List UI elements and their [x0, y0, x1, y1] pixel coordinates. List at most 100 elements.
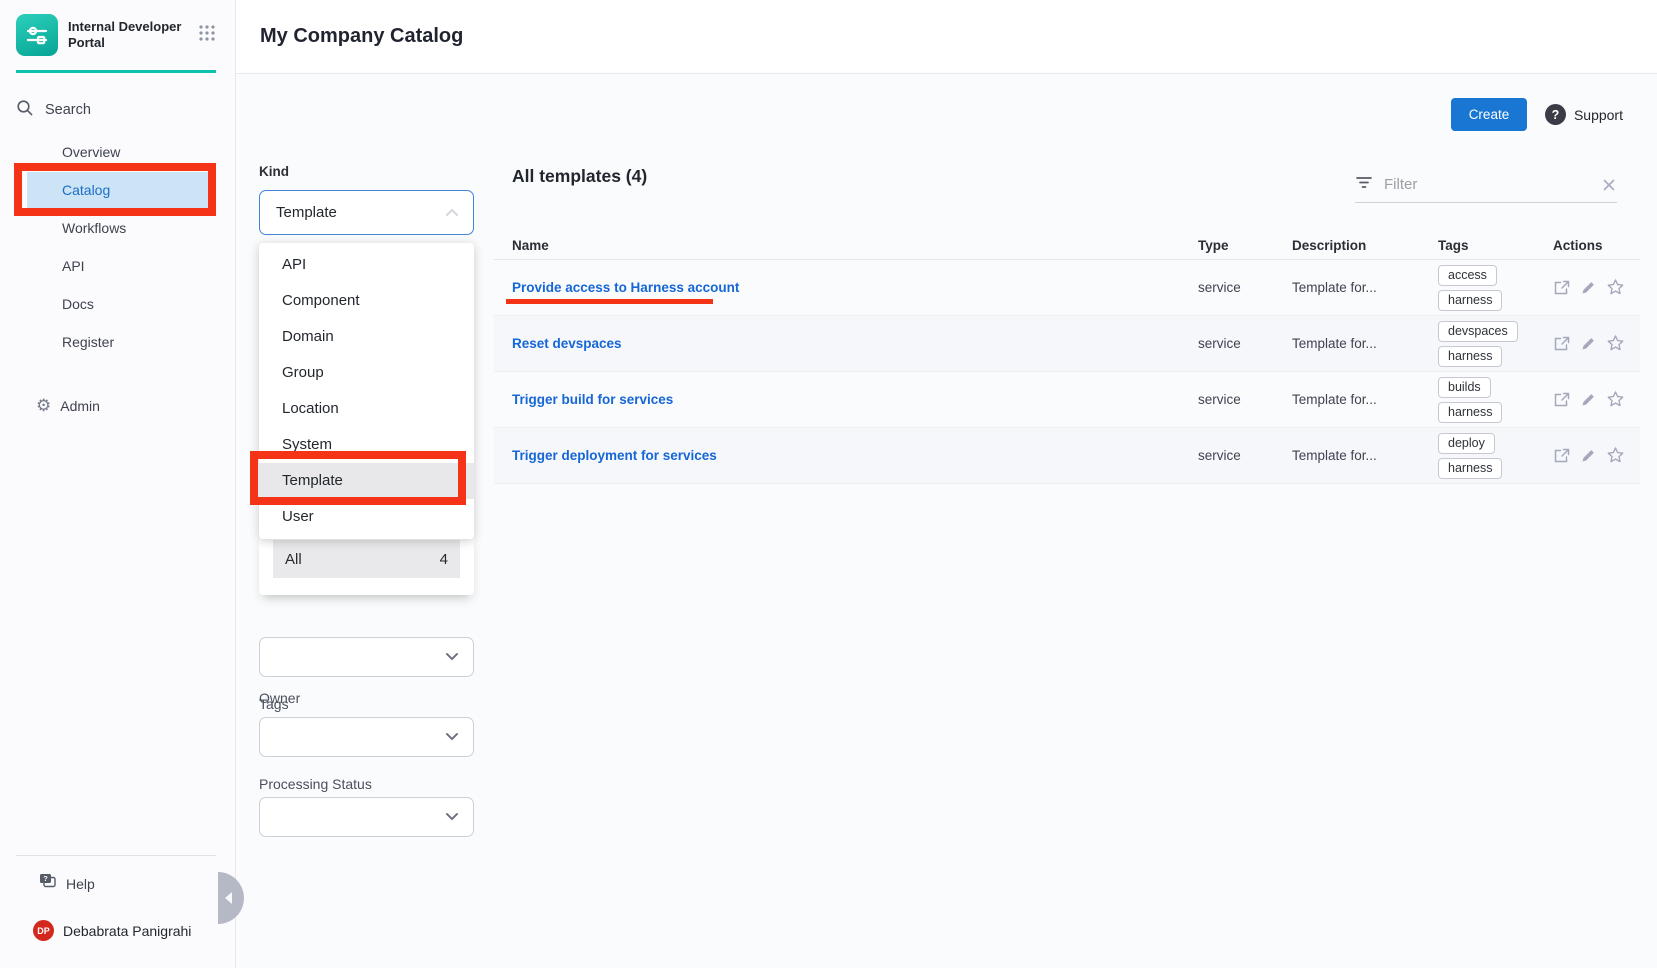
user-menu[interactable]: DP Debabrata Panigrahi — [33, 920, 191, 941]
star-icon[interactable] — [1606, 334, 1625, 353]
tag-badge: harness — [1438, 290, 1502, 311]
kind-filter-label: Kind — [259, 164, 289, 179]
chevron-down-icon — [445, 808, 459, 826]
description-cell: Template for... — [1292, 280, 1377, 295]
svg-text:?: ? — [43, 874, 48, 883]
sidebar-item-overview[interactable]: Overview — [27, 134, 216, 172]
sidebar-item-workflows[interactable]: Workflows — [27, 210, 216, 248]
table-row: Reset devspaces service Template for... … — [494, 316, 1640, 372]
star-icon[interactable] — [1606, 446, 1625, 465]
kind-option-domain[interactable]: Domain — [259, 319, 474, 355]
kind-option-group[interactable]: Group — [259, 355, 474, 391]
sidebar-item-help[interactable]: ? Help — [38, 872, 95, 895]
column-header-description: Description — [1292, 238, 1438, 253]
kind-select[interactable]: Template — [259, 190, 474, 235]
sidebar-search-label: Search — [45, 102, 91, 118]
sidebar-item-docs[interactable]: Docs — [27, 286, 216, 324]
filter-funnel-icon — [1355, 174, 1373, 195]
column-header-type: Type — [1198, 238, 1292, 253]
kind-option-system[interactable]: System — [259, 427, 474, 463]
tag-badge: harness — [1438, 458, 1502, 479]
table-filter — [1355, 174, 1617, 203]
help-chat-icon: ? — [38, 872, 57, 895]
brand-divider — [16, 70, 216, 73]
kind-select-value: Template — [276, 204, 445, 221]
star-icon[interactable] — [1606, 278, 1625, 297]
edit-pencil-icon[interactable] — [1580, 279, 1597, 296]
table-row: Provide access to Harness account servic… — [494, 260, 1640, 316]
sidebar-nav: Overview Catalog Workflows API Docs Regi… — [0, 134, 236, 362]
create-button[interactable]: Create — [1451, 98, 1527, 131]
admin-label: Admin — [60, 398, 100, 414]
support-button[interactable]: ? Support — [1545, 104, 1623, 125]
gear-icon: ⚙ — [36, 397, 51, 414]
tags-select[interactable] — [259, 717, 474, 757]
app-window: Internal Developer Portal Search Overvie… — [0, 0, 1657, 968]
type-cell: service — [1198, 280, 1241, 295]
description-cell: Template for... — [1292, 392, 1377, 407]
description-cell: Template for... — [1292, 336, 1377, 351]
open-in-new-icon[interactable] — [1553, 447, 1571, 465]
sidebar: Internal Developer Portal Search Overvie… — [0, 0, 236, 968]
kind-summary-card: All 4 — [259, 535, 474, 595]
sidebar-search[interactable]: Search — [16, 94, 216, 126]
open-in-new-icon[interactable] — [1553, 335, 1571, 353]
edit-pencil-icon[interactable] — [1580, 335, 1597, 352]
star-icon[interactable] — [1606, 390, 1625, 409]
filter-input[interactable] — [1384, 176, 1601, 193]
table-row: Trigger build for services service Templ… — [494, 372, 1640, 428]
brand-logo-icon — [16, 14, 58, 56]
main-content: Create ? Support Kind Template API Compo… — [236, 74, 1657, 968]
processing-status-filter-label: Processing Status — [259, 776, 372, 792]
brand[interactable]: Internal Developer Portal — [16, 14, 216, 56]
templates-table: Name Type Description Tags Actions Provi… — [494, 232, 1640, 484]
table-title: All templates (4) — [512, 166, 647, 187]
sidebar-item-admin[interactable]: ⚙ Admin — [36, 397, 100, 414]
avatar: DP — [33, 920, 54, 941]
template-link[interactable]: Trigger deployment for services — [512, 448, 717, 463]
edit-pencil-icon[interactable] — [1580, 447, 1597, 464]
chevron-down-icon — [445, 648, 459, 666]
clear-filter-icon[interactable] — [1601, 177, 1617, 193]
top-bar: My Company Catalog — [236, 0, 1657, 74]
type-cell: service — [1198, 448, 1241, 463]
kind-option-user[interactable]: User — [259, 499, 474, 535]
processing-status-select[interactable] — [259, 797, 474, 837]
edit-pencil-icon[interactable] — [1580, 391, 1597, 408]
chevron-down-icon — [445, 728, 459, 746]
template-link[interactable]: Provide access to Harness account — [512, 280, 739, 295]
type-cell: service — [1198, 336, 1241, 351]
kind-option-template[interactable]: Template — [259, 463, 474, 499]
tag-badge: access — [1438, 265, 1497, 286]
tags-filter-label: Tags — [259, 696, 289, 712]
kind-option-api[interactable]: API — [259, 247, 474, 283]
tag-badge: harness — [1438, 402, 1502, 423]
column-header-tags: Tags — [1438, 238, 1553, 253]
kind-summary-all-row[interactable]: All 4 — [273, 540, 460, 578]
sidebar-item-api[interactable]: API — [27, 248, 216, 286]
open-in-new-icon[interactable] — [1553, 391, 1571, 409]
search-icon — [16, 99, 34, 122]
support-label: Support — [1574, 107, 1623, 123]
tag-badge: deploy — [1438, 433, 1495, 454]
template-link[interactable]: Trigger build for services — [512, 392, 673, 407]
kind-summary-count: 4 — [440, 551, 448, 568]
apps-grid-icon[interactable] — [198, 24, 216, 47]
help-label: Help — [66, 876, 95, 892]
kind-summary-label: All — [285, 551, 302, 568]
template-link[interactable]: Reset devspaces — [512, 336, 622, 351]
actions-bar: Create ? Support — [1451, 98, 1623, 131]
table-header-row: Name Type Description Tags Actions — [494, 232, 1640, 260]
sidebar-item-register[interactable]: Register — [27, 324, 216, 362]
chevron-up-icon — [445, 204, 459, 222]
tag-badge: builds — [1438, 377, 1491, 398]
tag-badge: devspaces — [1438, 321, 1518, 342]
open-in-new-icon[interactable] — [1553, 279, 1571, 297]
kind-option-location[interactable]: Location — [259, 391, 474, 427]
question-icon: ? — [1545, 104, 1566, 125]
brand-title: Internal Developer Portal — [68, 19, 194, 51]
kind-option-component[interactable]: Component — [259, 283, 474, 319]
owner-select[interactable] — [259, 637, 474, 677]
sidebar-item-catalog[interactable]: Catalog — [27, 172, 216, 210]
column-header-actions: Actions — [1553, 238, 1640, 253]
